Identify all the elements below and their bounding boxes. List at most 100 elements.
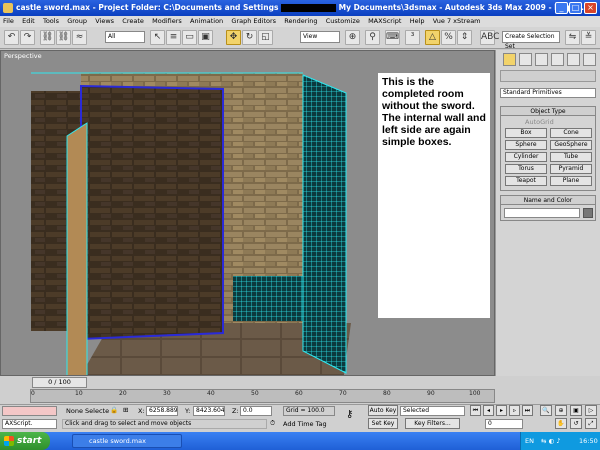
select-object-icon[interactable]: ↖ <box>150 30 165 45</box>
menu-maxscript[interactable]: MAXScript <box>365 16 404 27</box>
undo-icon[interactable]: ↶ <box>4 30 19 45</box>
object-type-header[interactable]: Object Type <box>501 107 595 116</box>
torus-button[interactable]: Torus <box>505 164 547 174</box>
tray-icons[interactable]: ⇆ ◐ ♪ <box>541 432 560 450</box>
add-time-tag[interactable]: Add Time Tag <box>283 420 327 428</box>
maximize-button[interactable]: □ <box>569 2 582 14</box>
set-key-button[interactable]: Set Key <box>368 418 398 429</box>
bind-spacewarp-icon[interactable]: ≈ <box>72 30 87 45</box>
autogrid-checkbox[interactable]: AutoGrid <box>525 118 554 126</box>
menu-group[interactable]: Group <box>64 16 90 27</box>
sphere-button[interactable]: Sphere <box>505 140 547 150</box>
menu-views[interactable]: Views <box>92 16 117 27</box>
align-icon[interactable]: ≚ <box>581 30 596 45</box>
menu-edit[interactable]: Edit <box>19 16 38 27</box>
play-icon[interactable]: ▸ <box>496 405 507 416</box>
menu-rendering[interactable]: Rendering <box>281 16 320 27</box>
select-scale-icon[interactable]: ◱ <box>258 30 273 45</box>
menu-file[interactable]: File <box>0 16 17 27</box>
pyramid-button[interactable]: Pyramid <box>550 164 592 174</box>
mirror-icon[interactable]: ⇋ <box>565 30 580 45</box>
zoom-extents-icon[interactable]: ▣ <box>570 405 582 416</box>
teapot-button[interactable]: Teapot <box>505 176 547 186</box>
object-color-swatch[interactable] <box>583 208 593 218</box>
keyboard-shortcut-icon[interactable]: ⌨ <box>385 30 400 45</box>
language-indicator[interactable]: EN <box>525 432 534 450</box>
menu-customize[interactable]: Customize <box>323 16 363 27</box>
select-rotate-icon[interactable]: ↻ <box>242 30 257 45</box>
orbit-icon[interactable]: ↺ <box>570 418 582 429</box>
primitives-select[interactable]: Standard Primitives <box>500 88 596 98</box>
category-icons <box>500 70 596 82</box>
name-color-header[interactable]: Name and Color <box>501 196 595 205</box>
edit-named-selection-icon[interactable]: ABC <box>480 30 499 45</box>
unlink-icon[interactable]: ⛓ <box>56 30 71 45</box>
select-manipulate-icon[interactable]: ⚲ <box>365 30 380 45</box>
utilities-tab-icon[interactable] <box>583 53 596 66</box>
lock-icon[interactable]: 🔒 <box>110 406 118 414</box>
cylinder-button[interactable]: Cylinder <box>505 152 547 162</box>
command-panel: Standard Primitives Object Type AutoGrid… <box>495 50 600 376</box>
track-bar[interactable]: 0 10 20 30 40 50 60 70 80 90 100 <box>30 389 495 403</box>
zoom-icon[interactable]: 🔍 <box>540 405 552 416</box>
current-frame-field[interactable]: 0 <box>485 419 523 429</box>
link-icon[interactable]: ⛓ <box>40 30 55 45</box>
hierarchy-tab-icon[interactable] <box>535 53 548 66</box>
angle-snap-icon[interactable]: △ <box>425 30 440 45</box>
percent-snap-icon[interactable]: % <box>441 30 456 45</box>
selection-filter-select[interactable]: All <box>105 31 145 43</box>
zoom-all-icon[interactable]: ⊕ <box>555 405 567 416</box>
spinner-snap-icon[interactable]: ⇕ <box>457 30 472 45</box>
reference-coordinate-select[interactable]: View <box>300 31 340 43</box>
redo-icon[interactable]: ↷ <box>20 30 35 45</box>
snaps-toggle-icon[interactable]: ³ <box>405 30 420 45</box>
select-by-name-icon[interactable]: ≡ <box>166 30 181 45</box>
tube-button[interactable]: Tube <box>550 152 592 162</box>
title-app: My Documents\3dsmax - Autodesk 3ds Max 2… <box>338 3 584 12</box>
key-filters-button[interactable]: Key Filters... <box>405 418 460 429</box>
maximize-viewport-icon[interactable]: ⤢ <box>585 418 597 429</box>
next-frame-icon[interactable]: ▹ <box>509 405 520 416</box>
plane-button[interactable]: Plane <box>550 176 592 186</box>
pan-icon[interactable]: ✋ <box>555 418 567 429</box>
menu-vue[interactable]: Vue 7 xStream <box>430 16 484 27</box>
box-button[interactable]: Box <box>505 128 547 138</box>
geosphere-button[interactable]: GeoSphere <box>550 140 592 150</box>
previous-frame-icon[interactable]: ◂ <box>483 405 494 416</box>
pivot-icon[interactable]: ⊕ <box>345 30 360 45</box>
time-slider[interactable]: 0 / 100 <box>32 377 87 388</box>
maxscript-mini-listener[interactable]: AXScript. <box>2 419 57 429</box>
y-coordinate-field[interactable]: 8423.604 <box>193 406 225 416</box>
z-coordinate-field[interactable]: 0.0 <box>240 406 272 416</box>
close-button[interactable]: × <box>584 2 597 14</box>
rectangle-selection-icon[interactable]: ▭ <box>182 30 197 45</box>
maxscript-listener[interactable] <box>2 406 57 416</box>
cone-button[interactable]: Cone <box>550 128 592 138</box>
menu-animation[interactable]: Animation <box>187 16 226 27</box>
object-name-input[interactable] <box>504 208 580 218</box>
display-tab-icon[interactable] <box>567 53 580 66</box>
menu-create[interactable]: Create <box>119 16 147 27</box>
modify-tab-icon[interactable] <box>519 53 532 66</box>
menu-modifiers[interactable]: Modifiers <box>149 16 185 27</box>
field-of-view-icon[interactable]: ▷ <box>585 405 597 416</box>
select-move-icon[interactable]: ✥ <box>226 30 241 45</box>
create-tab-icon[interactable] <box>503 53 516 66</box>
motion-tab-icon[interactable] <box>551 53 564 66</box>
window-crossing-icon[interactable]: ▣ <box>198 30 213 45</box>
taskbar-item-3dsmax[interactable]: castle sword.max <box>72 434 182 448</box>
viewport-label[interactable]: Perspective <box>4 52 42 60</box>
go-to-end-icon[interactable]: ⏭ <box>522 405 533 416</box>
named-selection-select[interactable]: Create Selection Set <box>502 31 560 50</box>
minimize-button[interactable]: _ <box>555 2 568 14</box>
absolute-mode-icon[interactable]: ⊞ <box>123 406 128 414</box>
key-icon[interactable]: ⚷ <box>346 409 353 420</box>
menu-help[interactable]: Help <box>407 16 428 27</box>
menu-tools[interactable]: Tools <box>40 16 62 27</box>
x-coordinate-field[interactable]: 6258.889 <box>146 406 178 416</box>
auto-key-button[interactable]: Auto Key <box>368 405 398 416</box>
key-mode-select[interactable]: Selected <box>400 406 465 416</box>
time-tag-icon[interactable]: ⏱ <box>270 419 275 428</box>
go-to-start-icon[interactable]: ⏮ <box>470 405 481 416</box>
menu-graph-editors[interactable]: Graph Editors <box>228 16 279 27</box>
